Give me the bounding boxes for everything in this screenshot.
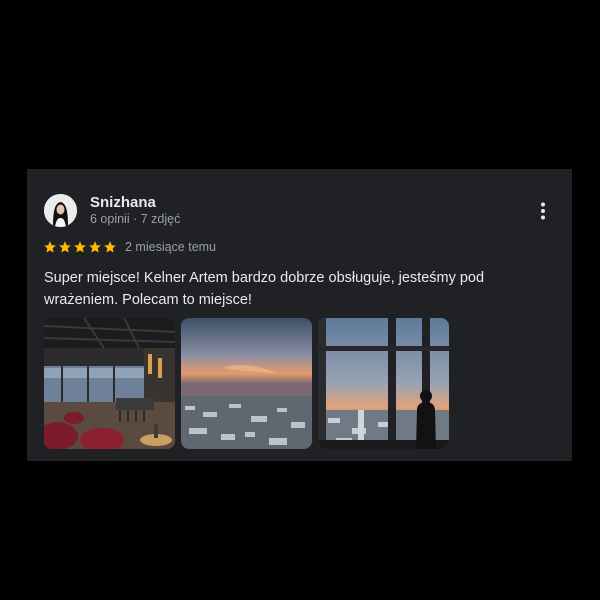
- more-options-button[interactable]: [533, 201, 553, 223]
- author-meta: 6 opinii · 7 zdjęć: [90, 212, 181, 226]
- restaurant-interior-photo: [44, 318, 175, 449]
- star-icon: [89, 241, 101, 253]
- more-vert-icon: [541, 202, 545, 220]
- window-view-person-photo: [318, 318, 449, 449]
- star-icon: [59, 241, 71, 253]
- author-name[interactable]: Snizhana: [90, 194, 156, 211]
- review-text: Super miejsce! Kelner Artem bardzo dobrz…: [44, 270, 485, 308]
- sunset-city-view-photo: [181, 318, 312, 449]
- star-icon: [104, 241, 116, 253]
- photo-window-view[interactable]: [318, 318, 449, 449]
- photo-sunset-city-view[interactable]: [181, 318, 312, 449]
- avatar[interactable]: [44, 194, 77, 227]
- review-card: Snizhana 6 opinii · 7 zdjęć 2 miesiące t…: [27, 169, 572, 461]
- photo-restaurant-interior[interactable]: [44, 318, 175, 449]
- star-rating: [43, 240, 117, 254]
- rating-row: 2 miesiące temu: [43, 239, 216, 255]
- star-icon: [44, 241, 56, 253]
- star-icon: [74, 241, 86, 253]
- review-time: 2 miesiące temu: [125, 240, 217, 254]
- photo-strip: [44, 318, 449, 449]
